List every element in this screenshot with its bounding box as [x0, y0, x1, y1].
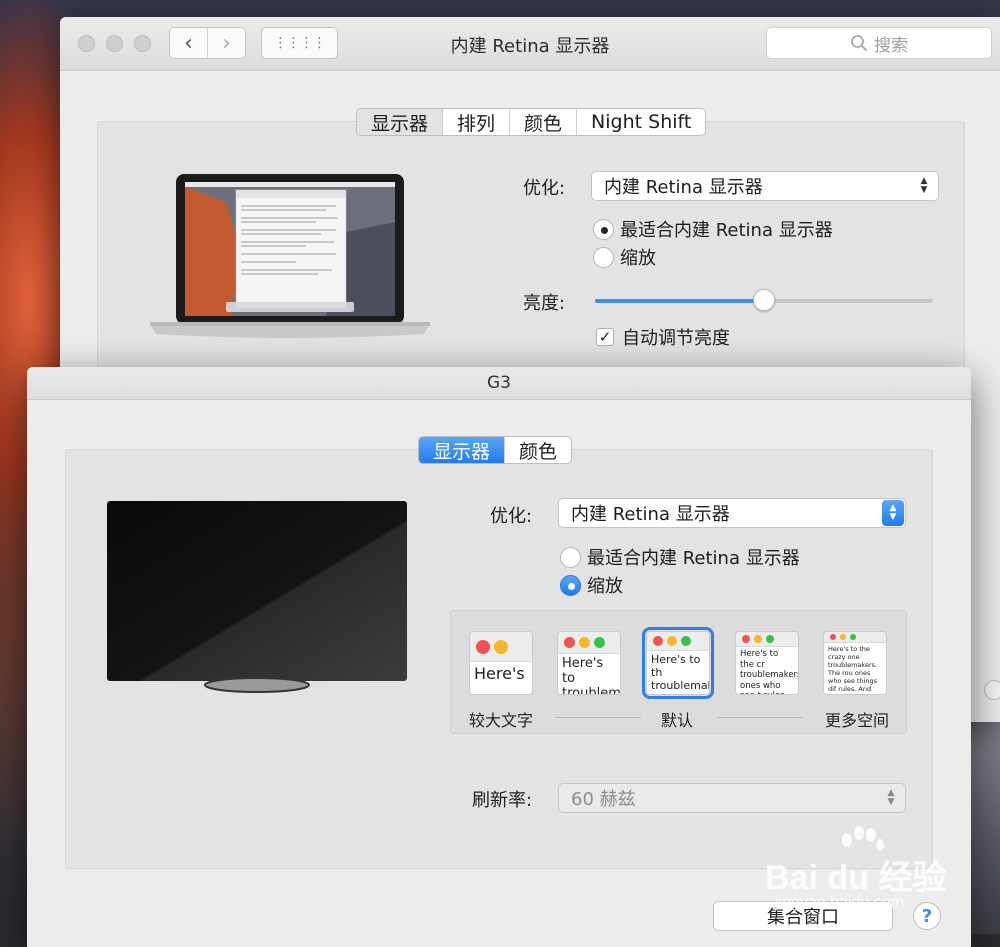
- baidu-jingyan-watermark: Bai du 经验 jingyan.baidu.com: [765, 826, 955, 926]
- radio-dot: [593, 218, 614, 240]
- optimize-label: 优化:: [490, 506, 533, 527]
- scale-option-preview-text: Here's to troublem: [562, 656, 620, 695]
- scale-label-more-space: 更多空间: [825, 711, 890, 730]
- radio-scaled-label: 缩放: [620, 248, 656, 269]
- tab-color[interactable]: 颜色: [509, 109, 576, 135]
- optimize-popup[interactable]: 内建 Retina 显示器 ▲ ▼: [591, 171, 939, 201]
- brightness-slider-fill: [595, 299, 764, 303]
- refresh-rate-value: 60 赫兹: [571, 789, 636, 810]
- brightness-slider[interactable]: [595, 289, 933, 311]
- radio-scaled[interactable]: 缩放: [560, 572, 623, 598]
- radio-dot: [560, 546, 581, 568]
- radio-best-label: 最适合内建 Retina 显示器: [587, 548, 800, 569]
- scale-option-preview-text: Here's: [474, 664, 525, 683]
- macbook-illustration: [150, 174, 430, 338]
- tab-display[interactable]: 显示器: [419, 437, 505, 463]
- window-titlebar: ‹ › ⋮⋮⋮⋮ 内建 Retina 显示器 搜索: [60, 17, 1000, 71]
- optimize-popup-value: 内建 Retina 显示器: [604, 177, 763, 198]
- search-field[interactable]: 搜索: [766, 27, 992, 59]
- thumb-titlebar: [470, 632, 532, 662]
- scale-option-more-space[interactable]: Here's to the crazy one troublemakers. T…: [823, 631, 887, 695]
- watermark-brand: Bai du 经验: [765, 859, 947, 897]
- scale-option-4[interactable]: Here's to the cr troublemakers. ones who…: [735, 631, 799, 695]
- checkmark-icon: ✓: [596, 328, 614, 346]
- tv-illustration: [107, 501, 407, 693]
- tab-night-shift[interactable]: Night Shift: [576, 109, 705, 135]
- radio-dot: [593, 246, 614, 268]
- back-help-button-edge[interactable]: [984, 680, 1000, 700]
- optimize-popup-value: 内建 Retina 显示器: [571, 504, 730, 525]
- radio-best-for-display[interactable]: 最适合内建 Retina 显示器: [560, 544, 800, 570]
- radio-scaled-label: 缩放: [587, 576, 623, 597]
- brightness-slider-knob[interactable]: [753, 289, 775, 311]
- radio-best-label: 最适合内建 Retina 显示器: [620, 220, 833, 241]
- scale-option-preview-text: Here's to the cr troublemakers. ones who…: [740, 649, 798, 694]
- refresh-rate-label: 刷新率:: [472, 790, 533, 811]
- auto-brightness-checkbox[interactable]: ✓ 自动调节亮度: [596, 324, 730, 350]
- tab-arrangement[interactable]: 排列: [442, 109, 509, 135]
- thumb-titlebar: [736, 632, 798, 647]
- auto-brightness-label: 自动调节亮度: [622, 328, 730, 349]
- radio-best-for-display[interactable]: 最适合内建 Retina 显示器: [593, 216, 833, 242]
- scale-option-default[interactable]: Here's to th troublemak ones who s: [642, 627, 714, 699]
- scale-divider-left: [555, 717, 641, 718]
- scale-option-2[interactable]: Here's to troublem: [557, 631, 621, 695]
- thumb-titlebar: [558, 632, 620, 654]
- updown-chevron-icon: ▲ ▼: [882, 500, 904, 526]
- updown-chevron-icon: ▲ ▼: [887, 788, 895, 807]
- radio-dot: [560, 574, 581, 596]
- search-icon: [851, 35, 867, 51]
- scale-option-preview-text: Here's to the crazy one troublemakers. T…: [828, 645, 878, 694]
- tab-color[interactable]: 颜色: [504, 437, 571, 463]
- scale-label-default: 默认: [661, 711, 694, 730]
- scale-option-preview-text: Here's to th troublemak ones who s: [651, 653, 709, 694]
- optimize-label: 优化:: [523, 178, 566, 199]
- scale-label-larger-text: 较大文字: [469, 711, 534, 730]
- display-tabbar: 显示器 排列 颜色 Night Shift: [356, 108, 707, 136]
- window-title: G3: [27, 367, 971, 400]
- search-placeholder: 搜索: [874, 35, 908, 56]
- tab-display[interactable]: 显示器: [357, 109, 443, 135]
- display-tabbar: 显示器 颜色: [418, 436, 573, 464]
- optimize-popup[interactable]: 内建 Retina 显示器 ▲ ▼: [558, 498, 906, 528]
- radio-scaled[interactable]: 缩放: [593, 244, 656, 270]
- updown-chevron-icon: ▲ ▼: [920, 176, 928, 195]
- brightness-label: 亮度:: [523, 293, 566, 314]
- scale-option-larger-text[interactable]: Here's: [469, 631, 533, 695]
- watermark-url: jingyan.baidu.com: [775, 894, 904, 911]
- scaled-resolution-picker: Here's Here's to troublem Here's to th t…: [450, 610, 907, 734]
- scale-divider-right: [717, 717, 803, 718]
- thumb-titlebar: [824, 632, 886, 643]
- refresh-rate-popup[interactable]: 60 赫兹 ▲ ▼: [558, 783, 906, 813]
- thumb-titlebar: [647, 632, 709, 651]
